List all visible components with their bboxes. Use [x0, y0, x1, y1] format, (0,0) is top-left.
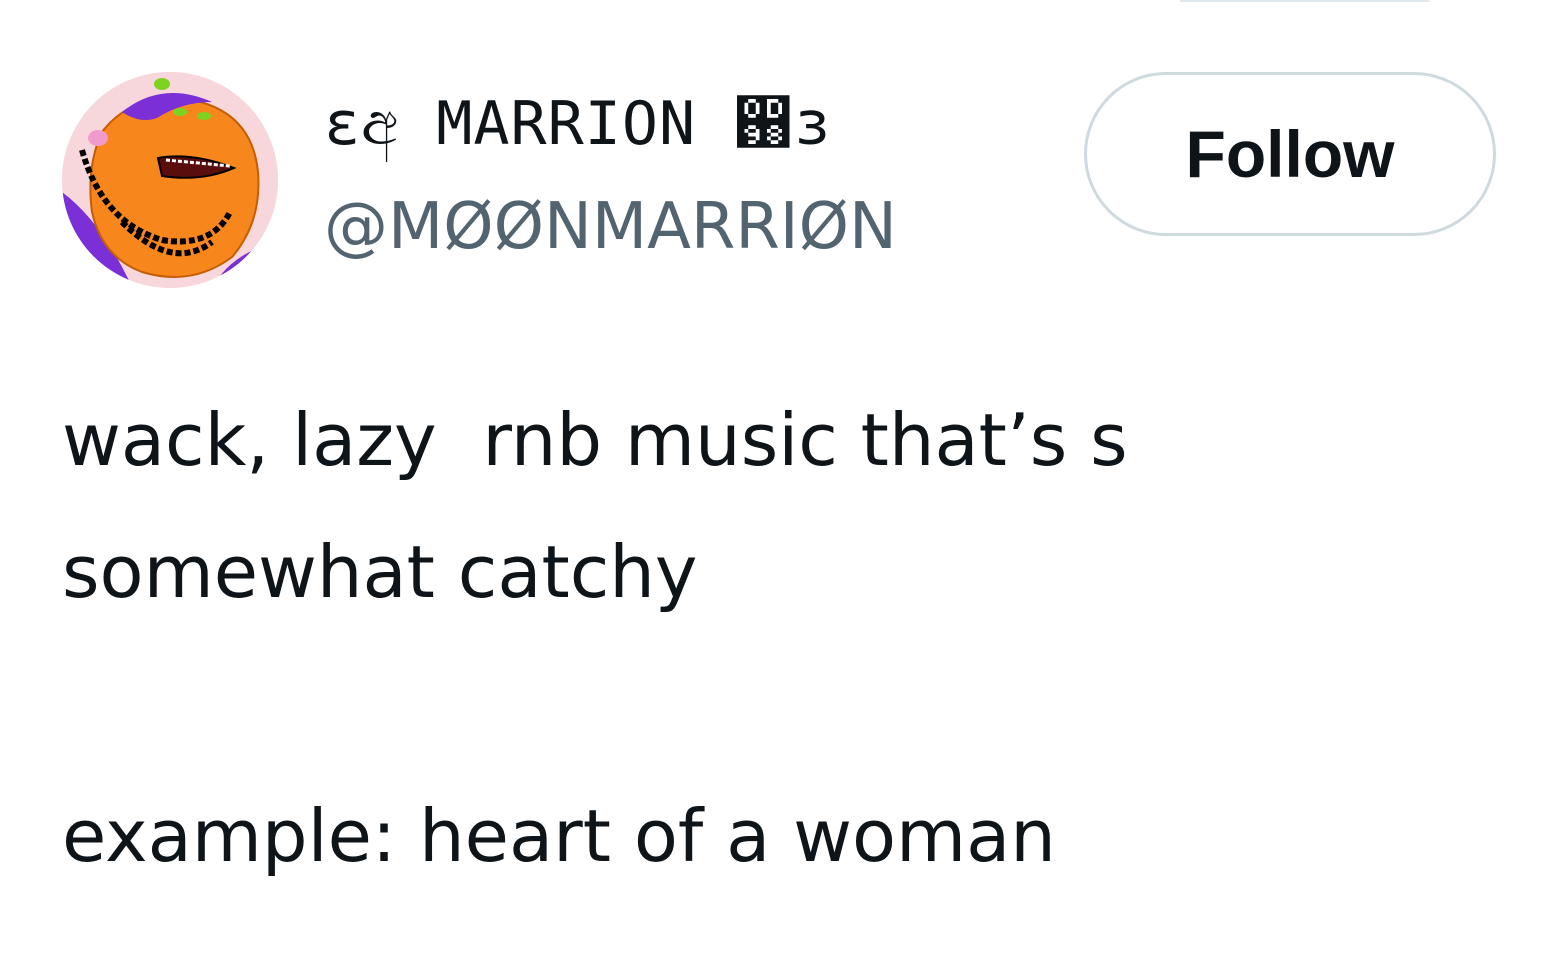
tweet-header: εඅ MARRION ඘з @MØØNMARRIØN Follow: [62, 70, 1502, 290]
tweet-text-line: [62, 638, 1462, 770]
avatar[interactable]: [62, 72, 278, 288]
follow-button[interactable]: Follow: [1084, 72, 1496, 236]
follow-button-label: Follow: [1185, 117, 1395, 191]
tweet-text-line: example: heart of a woman: [62, 794, 1056, 878]
tweet-text-line: wack, lazy rnb music that’s s: [62, 398, 1128, 482]
user-handle[interactable]: @MØØNMARRIØN: [324, 184, 897, 270]
cartoon-avatar-icon: [62, 72, 278, 288]
top-divider: [1180, 0, 1430, 2]
display-name[interactable]: εඅ MARRION ඘з: [324, 82, 897, 166]
user-names: εඅ MARRION ඘з @MØØNMARRIØN: [324, 82, 897, 270]
tweet-text: wack, lazy rnb music that’s s somewhat c…: [62, 374, 1462, 902]
tweet-text-line: somewhat catchy: [62, 530, 698, 614]
